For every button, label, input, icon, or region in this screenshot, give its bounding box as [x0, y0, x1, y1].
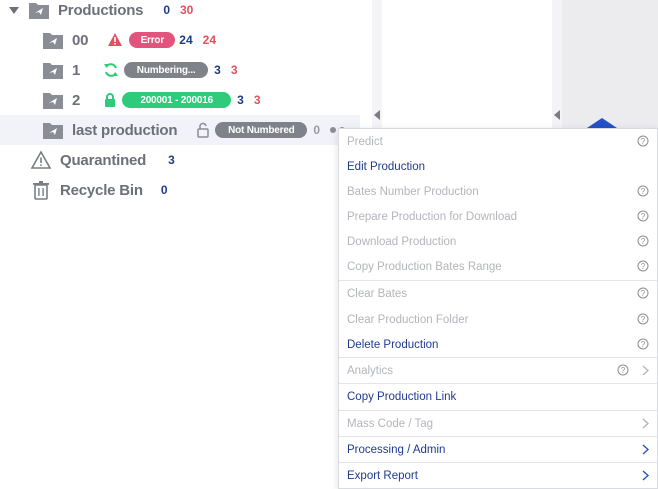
numbering-badge: Numbering... — [124, 62, 209, 78]
item-count-red: 24 — [202, 33, 217, 47]
tree-item-2[interactable]: 2 200001 - 200016 3 3 — [42, 85, 261, 115]
help-icon[interactable]: ? — [637, 185, 649, 197]
tree-root-productions[interactable]: Productions 0 30 — [8, 0, 193, 25]
recycle-bin-count: 0 — [160, 183, 168, 197]
menu-item-label: Analytics — [347, 364, 394, 377]
warning-icon — [108, 33, 123, 46]
lock-icon — [105, 93, 116, 107]
svg-text:?: ? — [641, 187, 646, 196]
production-folder-icon — [43, 123, 63, 139]
svg-text:?: ? — [621, 366, 626, 375]
tree-item-1[interactable]: 1 Numbering... 3 3 — [42, 55, 238, 85]
menu-item-bates-number-production[interactable]: Bates Number Production ? — [339, 179, 657, 204]
help-icon[interactable]: ? — [617, 364, 629, 376]
menu-item-label: Copy Production Bates Range — [347, 260, 502, 273]
menu-item-label: Export Report — [347, 469, 418, 482]
tree-item-quarantined[interactable]: Quarantined 3 — [30, 145, 175, 175]
recycle-bin-label: Recycle Bin — [60, 181, 143, 199]
tree-root-label: Productions — [58, 1, 144, 19]
svg-text:?: ? — [641, 289, 646, 298]
menu-item-label: Delete Production — [347, 338, 439, 351]
menu-item-delete-production[interactable]: Delete Production ? — [339, 332, 657, 357]
menu-item-label: Bates Number Production — [347, 185, 479, 198]
root-count-red: 30 — [180, 3, 194, 17]
root-count-blue: 0 — [163, 3, 170, 17]
quarantined-label: Quarantined — [60, 151, 147, 169]
svg-text:?: ? — [641, 262, 646, 271]
chevron-right-icon — [642, 444, 649, 455]
item-count-red: 3 — [253, 93, 261, 107]
menu-item-label: Processing / Admin — [347, 443, 446, 456]
tree-item-recycle-bin[interactable]: Recycle Bin 0 — [30, 175, 168, 205]
tree-item-label: 1 — [72, 61, 81, 79]
production-folder-icon — [43, 63, 63, 79]
item-count-blue: 3 — [214, 63, 221, 77]
menu-item-mass-code-tag[interactable]: Mass Code / Tag — [339, 411, 657, 436]
tree-item-label: 2 — [72, 91, 81, 109]
help-icon[interactable]: ? — [637, 260, 649, 272]
help-icon[interactable]: ? — [637, 135, 649, 147]
menu-item-copy-production-bates-range[interactable]: Copy Production Bates Range ? — [339, 254, 657, 279]
productions-tree-panel: Productions 0 30 00 Error 24 24 1 Number… — [0, 0, 372, 489]
chevron-right-icon — [642, 470, 649, 481]
unlock-icon — [197, 122, 210, 138]
menu-item-label: Copy Production Link — [347, 390, 457, 403]
refresh-icon — [104, 63, 119, 77]
collapse-left-icon[interactable] — [374, 110, 380, 120]
caret-down-icon[interactable] — [8, 4, 20, 16]
menu-item-clear-bates[interactable]: Clear Bates ? — [339, 281, 657, 306]
help-icon[interactable]: ? — [637, 235, 649, 247]
help-icon[interactable]: ? — [637, 313, 649, 325]
tree-item-label: last production — [72, 121, 178, 139]
menu-item-analytics[interactable]: Analytics ? — [339, 358, 657, 383]
item-count-gray: 0 — [313, 123, 321, 137]
menu-item-label: Prepare Production for Download — [347, 210, 518, 223]
collapse-left-icon[interactable] — [554, 110, 560, 120]
menu-item-label: Clear Bates — [347, 287, 408, 300]
menu-item-prepare-production-for-download[interactable]: Prepare Production for Download ? — [339, 204, 657, 229]
app-page: Productions 0 30 00 Error 24 24 1 Number… — [0, 0, 658, 489]
menu-item-label: Download Production — [347, 235, 457, 248]
menu-item-edit-production[interactable]: Edit Production — [339, 154, 657, 179]
menu-item-predict[interactable]: Predict ? — [339, 129, 657, 154]
menu-item-clear-production-folder[interactable]: Clear Production Folder ? — [339, 307, 657, 332]
production-folder-icon — [43, 33, 63, 49]
bates-range-badge: 200001 - 200016 — [122, 92, 232, 108]
menu-item-label: Predict — [347, 135, 383, 148]
item-count-red: 3 — [230, 63, 238, 77]
item-count-blue: 24 — [179, 33, 193, 47]
tree-item-00[interactable]: 00 Error 24 24 — [42, 25, 216, 55]
tree-item-label: 00 — [72, 31, 89, 49]
tree-item-last-production[interactable]: last production Not Numbered 0 — [0, 115, 360, 145]
menu-item-label: Clear Production Folder — [347, 313, 469, 326]
quarantined-count: 3 — [168, 153, 175, 167]
trash-icon — [33, 181, 49, 200]
menu-item-label: Mass Code / Tag — [347, 417, 434, 430]
help-icon[interactable]: ? — [637, 338, 649, 350]
svg-text:?: ? — [641, 315, 646, 324]
error-badge: Error — [129, 32, 176, 48]
menu-item-export-report[interactable]: Export Report — [339, 463, 657, 488]
menu-item-copy-production-link[interactable]: Copy Production Link — [339, 384, 657, 409]
help-icon[interactable]: ? — [637, 287, 649, 299]
production-folder-icon — [29, 3, 49, 19]
svg-text:?: ? — [641, 137, 646, 146]
warning-outline-icon — [30, 150, 52, 169]
svg-text:?: ? — [641, 212, 646, 221]
production-context-menu: Predict ? Edit Production Bates Number P… — [338, 128, 658, 489]
help-icon[interactable]: ? — [637, 210, 649, 222]
production-folder-icon — [43, 93, 63, 109]
chevron-right-icon — [642, 365, 649, 376]
menu-item-download-production[interactable]: Download Production ? — [339, 229, 657, 254]
chevron-right-icon — [642, 418, 649, 429]
svg-text:?: ? — [641, 237, 646, 246]
menu-item-label: Edit Production — [347, 160, 425, 173]
item-count-blue: 3 — [237, 93, 244, 107]
menu-item-processing-admin[interactable]: Processing / Admin — [339, 437, 657, 462]
svg-text:?: ? — [641, 340, 646, 349]
not-numbered-badge: Not Numbered — [215, 122, 308, 138]
